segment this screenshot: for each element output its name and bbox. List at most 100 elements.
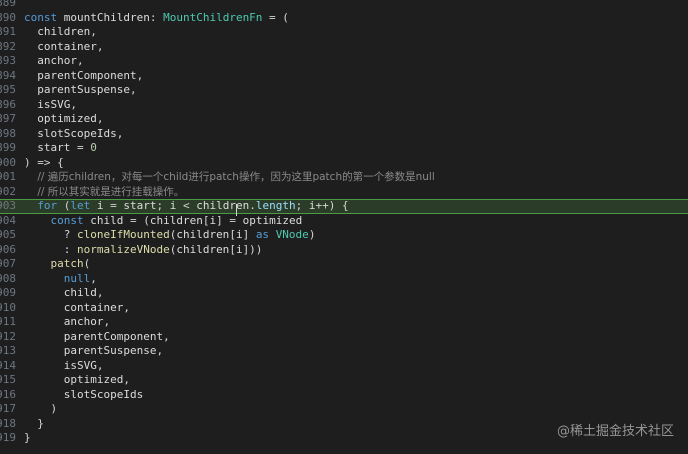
code-token: [: [229, 242, 236, 256]
code-token: children: [176, 242, 230, 256]
code-line[interactable]: 891 children,: [0, 25, 688, 40]
line-number: 919: [0, 431, 16, 444]
code-text: start = 0: [24, 141, 97, 156]
code-token: ): [308, 228, 316, 241]
code-line[interactable]: 916 slotScopeIds: [0, 388, 688, 403]
line-number: 917: [0, 402, 16, 415]
code-line-active[interactable]: 903 for (let i = start; i < children.len…: [0, 199, 688, 214]
code-text: container,: [24, 40, 103, 55]
line-number: 895: [0, 83, 16, 96]
code-line[interactable]: 893 anchor,: [0, 54, 688, 69]
code-text: ): [24, 402, 57, 417]
line-number: 910: [0, 300, 16, 314]
code-token: i: [96, 199, 104, 212]
code-token: let: [70, 199, 97, 212]
line-number: 894: [0, 68, 16, 82]
code-token: anchor: [24, 54, 77, 67]
code-token: const: [24, 213, 91, 227]
code-token: child: [90, 213, 124, 227]
code-text: // 遍历children，对每一个child进行patch操作，因为这里pat…: [24, 170, 435, 185]
line-number: 900: [0, 155, 16, 169]
watermark: @稀土掘金技术社区: [556, 424, 674, 439]
code-token: ;: [295, 199, 309, 212]
code-text: optimized,: [24, 112, 103, 127]
code-line[interactable]: 910 container,: [0, 301, 688, 316]
code-token: =: [70, 141, 91, 154]
code-line[interactable]: 902 // 所以其实就是进行挂载操作。: [0, 185, 688, 200]
code-line[interactable]: 899 start = 0: [0, 141, 688, 156]
code-token: ] =: [216, 213, 243, 227]
code-line[interactable]: 900) => {: [0, 156, 688, 171]
code-text: children,: [24, 25, 97, 40]
code-text: parentComponent,: [24, 69, 143, 84]
code-text: }: [24, 431, 31, 446]
code-text: ? cloneIfMounted(children[i] as VNode): [24, 228, 316, 243]
code-token: ,: [123, 300, 130, 314]
line-number: 896: [0, 97, 16, 111]
code-token: optimized: [242, 213, 303, 227]
code-text: // 所以其实就是进行挂载操作。: [24, 185, 184, 200]
code-text: parentComponent,: [24, 330, 170, 345]
code-token: children: [24, 25, 91, 38]
line-number: 912: [0, 329, 16, 343]
code-line[interactable]: 892 container,: [0, 40, 688, 55]
line-number: 890: [0, 10, 16, 24]
code-token: = (: [123, 213, 150, 227]
code-line[interactable]: 906 : normalizeVNode(children[i])): [0, 243, 688, 258]
code-token: optimized: [24, 112, 97, 125]
code-token: =: [103, 199, 124, 212]
code-token: isSVG: [24, 358, 97, 372]
code-token: ,: [70, 97, 77, 111]
line-number: 903: [0, 200, 16, 212]
code-token: ])): [242, 242, 263, 256]
code-token: = (: [262, 10, 289, 24]
code-line[interactable]: 913 parentSuspense,: [0, 344, 688, 359]
code-token: parentSuspense: [24, 344, 157, 357]
code-line[interactable]: 895 parentSuspense,: [0, 83, 688, 98]
code-line[interactable]: 914 isSVG,: [0, 359, 688, 374]
code-token: patch: [24, 257, 84, 270]
code-token: :: [149, 10, 164, 24]
code-token: i: [235, 242, 243, 256]
code-line[interactable]: 896 isSVG,: [0, 98, 688, 113]
code-text: null,: [24, 272, 97, 287]
code-token: children: [176, 228, 230, 241]
code-editor[interactable]: 889890 const mountChildren: MountChildren…: [0, 0, 688, 454]
code-line[interactable]: 889: [0, 0, 688, 11]
code-token: start: [24, 141, 71, 154]
code-text: container,: [24, 301, 130, 316]
line-number: 897: [0, 112, 16, 125]
code-line[interactable]: 907 patch(: [0, 257, 688, 272]
code-line[interactable]: 908 null,: [0, 272, 688, 287]
code-line[interactable]: 917 ): [0, 402, 688, 417]
code-text: }: [24, 417, 44, 432]
code-line[interactable]: 912 parentComponent,: [0, 330, 688, 345]
code-token: container: [24, 300, 124, 314]
code-line[interactable]: 898 slotScopeIds,: [0, 127, 688, 142]
code-line[interactable]: 904 const child = (children[i] = optimiz…: [0, 214, 688, 229]
code-token: container: [24, 39, 97, 53]
line-number: 893: [0, 54, 16, 67]
code-line[interactable]: 905 ? cloneIfMounted(children[i] as VNod…: [0, 228, 688, 243]
code-token: mountChildren: [63, 10, 150, 24]
code-token: // 遍历children，对每一个child进行patch操作，因为这里pat…: [24, 171, 435, 183]
code-token: VNode: [275, 228, 309, 241]
code-token: ,: [136, 68, 144, 82]
line-number: 902: [0, 184, 16, 198]
code-token: ,: [96, 39, 104, 53]
code-text: parentSuspense,: [24, 83, 136, 98]
code-line[interactable]: 909 child,: [0, 286, 688, 301]
code-line[interactable]: 901 // 遍历children，对每一个child进行patch操作，因为这…: [0, 170, 688, 185]
line-number: 892: [0, 39, 16, 53]
code-line[interactable]: 894 parentComponent,: [0, 69, 688, 84]
code-line[interactable]: 915 optimized,: [0, 373, 688, 388]
code-line[interactable]: 911 anchor,: [0, 315, 688, 330]
code-line[interactable]: 897 optimized,: [0, 112, 688, 127]
code-text: slotScopeIds,: [24, 127, 123, 142]
code-text: child,: [24, 286, 104, 301]
code-text: patch(: [24, 257, 90, 272]
line-number: 914: [0, 358, 16, 372]
code-line[interactable]: 890 const mountChildren: MountChildrenFn …: [0, 11, 688, 26]
code-text: isSVG,: [24, 358, 104, 374]
code-token: ,: [96, 112, 104, 125]
